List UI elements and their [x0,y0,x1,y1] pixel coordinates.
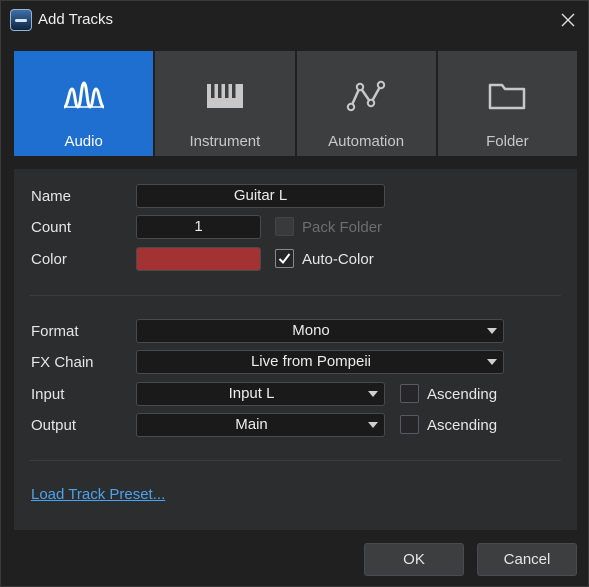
automation-curve-icon [344,76,388,116]
title-bar: Add Tracks [1,1,588,39]
fx-chain-value: Live from Pompeii [250,353,372,370]
chevron-down-icon [368,422,378,428]
chevron-down-icon [487,328,497,334]
cancel-button[interactable]: Cancel [477,543,577,576]
input-label: Input [31,386,65,403]
output-value: Main [235,416,268,433]
output-ascending-label: Ascending [427,417,498,434]
output-label: Output [31,417,77,434]
ok-button[interactable]: OK [364,543,464,576]
tab-instrument[interactable]: Instrument [155,51,295,156]
format-label: Format [31,323,79,340]
input-select[interactable]: Input L [136,382,385,406]
chevron-down-icon [368,391,378,397]
fx-chain-label: FX Chain [31,354,94,371]
pack-folder-checkbox[interactable] [275,217,294,236]
input-ascending-checkbox[interactable] [400,384,419,403]
auto-color-checkbox[interactable] [275,249,294,268]
color-label: Color [31,251,67,268]
output-ascending-checkbox[interactable] [400,415,419,434]
output-select[interactable]: Main [136,413,385,437]
window-title: Add Tracks [38,11,114,28]
load-track-preset-link[interactable]: Load Track Preset... [31,486,165,503]
close-icon [561,13,575,27]
input-value: Input L [228,385,275,402]
format-select[interactable]: Mono [136,319,504,343]
close-button[interactable] [553,5,583,35]
track-settings-panel: Name Guitar L Count 1 Pack Folder Color … [14,169,577,530]
pack-folder-label: Pack Folder [302,219,383,236]
name-label: Name [31,188,72,205]
piano-keys-icon [203,76,247,116]
color-swatch[interactable] [136,247,261,271]
tab-folder[interactable]: Folder [437,51,577,156]
tab-automation-label: Automation [328,133,405,150]
tab-audio[interactable]: Audio [14,51,154,156]
chevron-down-icon [487,359,497,365]
divider [29,460,561,461]
tab-instrument-label: Instrument [189,133,261,150]
format-value: Mono [292,322,330,339]
count-field[interactable]: 1 [136,215,261,239]
fx-chain-select[interactable]: Live from Pompeii [136,350,504,374]
divider [29,295,561,296]
auto-color-label: Auto-Color [302,251,374,268]
add-tracks-dialog: Add Tracks Audio Instrument Automation F… [0,0,589,587]
track-type-tabs: Audio Instrument Automation Folder [14,51,577,156]
input-ascending-label: Ascending [427,386,498,403]
app-logo-icon [10,9,32,31]
name-field[interactable]: Guitar L [136,184,385,208]
tab-audio-label: Audio [64,133,103,150]
waveform-icon [62,76,106,116]
folder-icon [485,76,529,116]
tab-automation[interactable]: Automation [296,51,436,156]
tab-folder-label: Folder [486,133,529,150]
count-label: Count [31,219,72,236]
checkmark-icon [278,253,291,265]
